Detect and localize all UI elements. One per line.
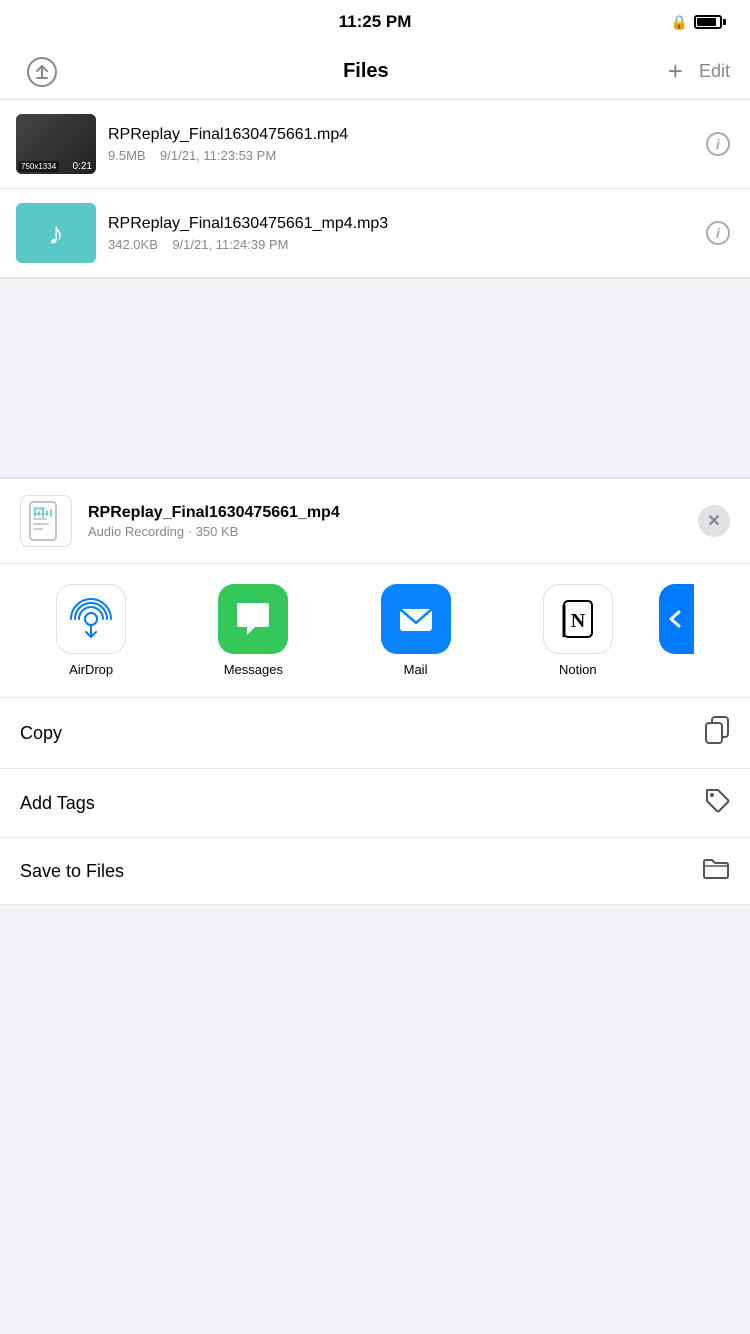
info-button-video[interactable]: i — [702, 128, 734, 160]
edit-button[interactable]: Edit — [699, 61, 730, 82]
lock-icon: 🔒 — [671, 14, 688, 31]
upload-icon — [26, 56, 58, 88]
folder-svg-icon — [702, 856, 730, 880]
tag-svg-icon — [704, 787, 730, 813]
share-close-button[interactable]: ✕ — [698, 505, 730, 537]
messages-icon-wrapper — [218, 584, 288, 654]
copy-svg-icon — [704, 716, 730, 744]
share-file-icon — [20, 495, 72, 547]
share-app-notion[interactable]: N Notion — [497, 584, 659, 677]
share-app-messages[interactable]: Messages — [172, 584, 334, 677]
music-note-icon: ♪ — [48, 215, 64, 252]
copy-action[interactable]: Copy — [0, 698, 750, 769]
page-title: Files — [64, 60, 668, 83]
nav-actions: + Edit — [668, 56, 730, 87]
close-icon: ✕ — [707, 511, 720, 531]
airdrop-icon — [69, 597, 113, 641]
mail-icon — [394, 597, 438, 641]
file-thumbnail-video: 750x1334 0:21 — [16, 114, 96, 174]
file-item-video[interactable]: 750x1334 0:21 RPReplay_Final1630475661.m… — [0, 100, 750, 189]
airdrop-icon-wrapper — [56, 584, 126, 654]
share-app-partial[interactable] — [659, 584, 740, 677]
share-app-mail[interactable]: Mail — [334, 584, 496, 677]
save-to-files-action[interactable]: Save to Files — [0, 838, 750, 905]
copy-icon — [704, 716, 730, 750]
partial-chevron-icon — [661, 604, 691, 634]
notion-label: Notion — [559, 662, 597, 677]
add-tags-action[interactable]: Add Tags — [0, 769, 750, 838]
status-time: 11:25 PM — [84, 12, 666, 32]
save-to-files-label: Save to Files — [20, 861, 124, 882]
share-sheet: RPReplay_Final1630475661_mp4 Audio Recor… — [0, 478, 750, 905]
mail-label: Mail — [404, 662, 428, 677]
file-info-audio: RPReplay_Final1630475661_mp4.mp3 342.0KB… — [108, 215, 690, 252]
tag-icon — [704, 787, 730, 819]
partial-app-icon — [659, 584, 694, 654]
messages-label: Messages — [224, 662, 283, 677]
airdrop-label: AirDrop — [69, 662, 113, 677]
file-meta-audio: 342.0KB 9/1/21, 11:24:39 PM — [108, 237, 690, 252]
file-list: 750x1334 0:21 RPReplay_Final1630475661.m… — [0, 100, 750, 278]
notion-icon-wrapper: N — [543, 584, 613, 654]
empty-area — [0, 278, 750, 478]
status-right: 🔒 — [666, 14, 726, 31]
share-file-type: Audio Recording · 350 KB — [88, 524, 682, 539]
app-row: AirDrop Messages Mail — [0, 564, 750, 698]
share-app-airdrop[interactable]: AirDrop — [10, 584, 172, 677]
file-info-video: RPReplay_Final1630475661.mp4 9.5MB 9/1/2… — [108, 126, 690, 163]
add-tags-label: Add Tags — [20, 793, 95, 814]
svg-text:N: N — [571, 610, 586, 632]
notion-icon: N — [556, 597, 600, 641]
file-name-video: RPReplay_Final1630475661.mp4 — [108, 126, 690, 144]
battery-icon — [694, 15, 726, 29]
mail-icon-wrapper — [381, 584, 451, 654]
audio-file-icon — [28, 501, 64, 541]
share-file-details: RPReplay_Final1630475661_mp4 Audio Recor… — [88, 504, 682, 539]
file-meta-video: 9.5MB 9/1/21, 11:23:53 PM — [108, 148, 690, 163]
file-item-audio[interactable]: ♪ RPReplay_Final1630475661_mp4.mp3 342.0… — [0, 189, 750, 278]
file-thumbnail-audio: ♪ — [16, 203, 96, 263]
upload-button[interactable] — [20, 50, 64, 94]
share-header: RPReplay_Final1630475661_mp4 Audio Recor… — [0, 479, 750, 564]
add-button[interactable]: + — [668, 56, 683, 87]
info-button-audio[interactable]: i — [702, 217, 734, 249]
video-duration-label: 0:21 — [73, 161, 92, 172]
folder-icon — [702, 856, 730, 886]
nav-bar: Files + Edit — [0, 44, 750, 100]
messages-icon — [231, 597, 275, 641]
video-resolution-label: 750x1334 — [18, 161, 59, 172]
file-name-audio: RPReplay_Final1630475661_mp4.mp3 — [108, 215, 690, 233]
status-bar: 11:25 PM 🔒 — [0, 0, 750, 44]
share-file-name: RPReplay_Final1630475661_mp4 — [88, 504, 682, 522]
copy-label: Copy — [20, 723, 62, 744]
